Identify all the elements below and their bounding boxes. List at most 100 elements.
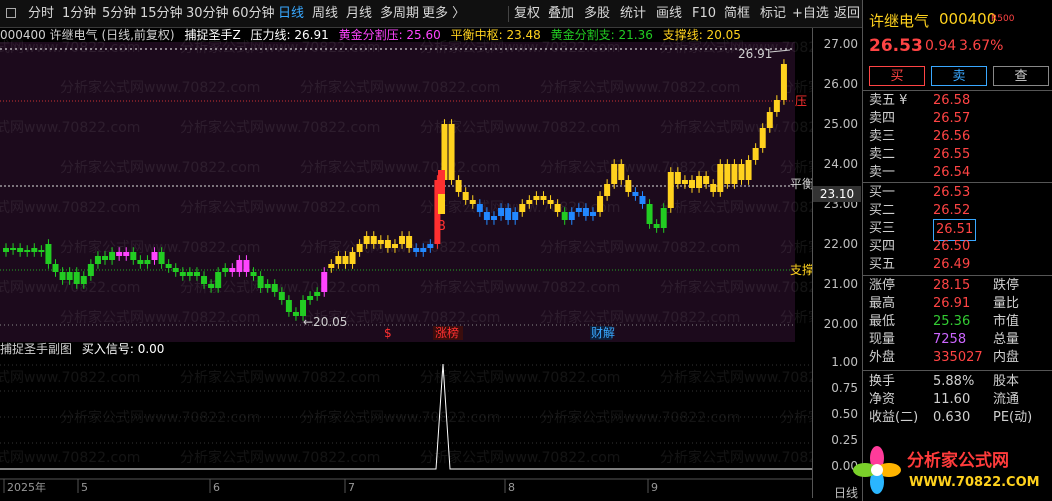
watermark-text: 分析家公式网www.70822.com bbox=[60, 309, 260, 326]
flower-logo-icon: 分析家公式网 WWW.70822.COM bbox=[853, 446, 1040, 494]
candle-body bbox=[582, 208, 589, 216]
candle-body bbox=[377, 240, 384, 244]
candle-body bbox=[201, 276, 208, 284]
candle-body bbox=[745, 160, 752, 180]
price-change-pct: 3.67% bbox=[959, 38, 1004, 54]
candle-body bbox=[342, 256, 349, 264]
add-watchlist-button[interactable]: +自选 bbox=[792, 4, 829, 24]
period-30min[interactable]: 30分钟 bbox=[186, 4, 229, 24]
y-tick: 26.00 bbox=[823, 77, 858, 91]
candle-body bbox=[179, 272, 186, 276]
candle-body bbox=[278, 292, 285, 300]
candle-body bbox=[3, 248, 9, 252]
back-button[interactable]: 返回 bbox=[834, 4, 860, 24]
watermark-text: 分析家公式网www.70822.com bbox=[420, 39, 620, 56]
sub-title[interactable]: 捕捉圣手副图 bbox=[0, 342, 72, 356]
candle-body bbox=[193, 272, 200, 276]
watermark-text: 分析家公式网www.70822.com bbox=[540, 239, 740, 256]
candle-body bbox=[547, 200, 554, 204]
overlay-button[interactable]: 叠加 bbox=[548, 4, 574, 24]
candle-body bbox=[420, 248, 427, 252]
period-60min[interactable]: 60分钟 bbox=[232, 4, 275, 24]
candle-body bbox=[45, 244, 52, 264]
bid-row: 买一 26.53 bbox=[869, 185, 971, 200]
candle-body bbox=[236, 260, 243, 272]
sell-button[interactable]: 卖 bbox=[931, 66, 987, 86]
bid-row: 买五 26.49 bbox=[869, 257, 971, 272]
bid-row: 买三 26.51 bbox=[869, 219, 1049, 241]
multi-stock-button[interactable]: 多股 bbox=[584, 4, 610, 24]
candle-body bbox=[710, 184, 717, 192]
buy-signal-bar bbox=[438, 194, 445, 214]
candle-body bbox=[370, 236, 377, 244]
window-restore-icon[interactable] bbox=[6, 8, 16, 18]
mark-button[interactable]: 标记 bbox=[760, 4, 786, 24]
candle-body bbox=[349, 252, 356, 264]
current-price-tag: 23.10 bbox=[813, 186, 861, 202]
sub-info-line: 捕捉圣手副图 买入信号: 0.00 bbox=[0, 342, 812, 356]
watermark-text: 分析家公式网www.70822.com bbox=[180, 369, 380, 386]
low-label: ←20.05 bbox=[303, 315, 347, 329]
period-15min[interactable]: 15分钟 bbox=[140, 4, 183, 24]
f10-button[interactable]: F10 bbox=[692, 4, 716, 24]
candle-body bbox=[611, 164, 618, 184]
candle-body bbox=[738, 164, 745, 180]
watermark-text: 分析家公式网www.70822.com bbox=[0, 369, 140, 386]
chart-area[interactable]: 000400 许继电气 (日线,前复权) 捕捉圣手Z 压力线: 26.91 黄金… bbox=[0, 28, 812, 498]
candle-body bbox=[328, 264, 335, 268]
watermark-text: 分析家公式网www.70822.com bbox=[540, 309, 740, 326]
candle-body bbox=[462, 192, 469, 200]
stat-row: 最高 26.91 量比 bbox=[869, 296, 1020, 311]
watermark-text: 分析家公式网www.70822.com bbox=[180, 449, 380, 466]
candle-body bbox=[158, 252, 165, 264]
stock-name: 许继电气 bbox=[869, 12, 930, 30]
period-more[interactable]: 更多 〉 bbox=[422, 4, 465, 24]
simple-frame-button[interactable]: 简框 bbox=[724, 4, 750, 24]
candle-body bbox=[172, 268, 179, 272]
period-1min[interactable]: 1分钟 bbox=[62, 4, 96, 24]
buy-button[interactable]: 买 bbox=[869, 66, 925, 86]
y-tick: 22.00 bbox=[823, 237, 858, 251]
watermark-text: 分析家公式网www.70822.com bbox=[540, 159, 740, 176]
candle-body bbox=[646, 204, 653, 224]
period-5min[interactable]: 5分钟 bbox=[102, 4, 136, 24]
statistics-button[interactable]: 统计 bbox=[620, 4, 646, 24]
candle-body bbox=[505, 208, 512, 220]
divider bbox=[863, 370, 1052, 371]
candlestick-chart[interactable]: 分析家公式网www.70822.com 分析家公式网www.70822.com 分析… bbox=[0, 28, 812, 498]
watermark-text: 分析家公式网www.70822.com bbox=[0, 39, 140, 56]
ask-row: 卖四 26.57 bbox=[869, 111, 971, 126]
date-label: 7 bbox=[348, 481, 355, 494]
watermark-text: 分析家公式网www.70822.com bbox=[420, 369, 620, 386]
stat-row: 外盘 335027 内盘 bbox=[869, 350, 1020, 365]
watermark-text: 分析家公式网www.70822.com bbox=[660, 39, 812, 56]
period-monthly[interactable]: 月线 bbox=[346, 4, 372, 24]
candle-body bbox=[681, 180, 688, 184]
candle-body bbox=[413, 248, 420, 252]
quote-panel: 许继电气 000400 R500 26.53 0.94 3.67% 买 卖 查 … bbox=[862, 0, 1052, 501]
period-weekly[interactable]: 周线 bbox=[312, 4, 338, 24]
candle-body bbox=[165, 264, 172, 268]
candle-body bbox=[250, 272, 257, 276]
support-tag: 支撑 bbox=[790, 262, 812, 277]
ask-row: 卖三 26.56 bbox=[869, 129, 971, 144]
draw-line-button[interactable]: 画线 bbox=[656, 4, 682, 24]
watermark-text: 分析家公式网www.70822.com bbox=[780, 309, 812, 326]
y-tick: 27.00 bbox=[823, 37, 858, 51]
adjust-button[interactable]: 复权 bbox=[514, 4, 540, 24]
period-multi[interactable]: 多周期 bbox=[380, 4, 419, 24]
y-tick: 24.00 bbox=[823, 157, 858, 171]
current-price: 26.53 bbox=[869, 36, 923, 56]
period-fenshi[interactable]: 分时 bbox=[28, 4, 54, 24]
watermark-text: 分析家公式网www.70822.com bbox=[420, 279, 620, 296]
bid-row: 买二 26.52 bbox=[869, 203, 971, 218]
period-daily[interactable]: 日线 bbox=[278, 4, 304, 24]
candle-body bbox=[483, 212, 490, 220]
stat-row: 净资 11.60 流通 bbox=[869, 392, 1020, 407]
price-change: 0.94 bbox=[925, 38, 957, 54]
stock-code: 000400 bbox=[939, 10, 997, 28]
candle-body bbox=[271, 284, 278, 292]
candle-body bbox=[144, 260, 151, 264]
watermark-text: 分析家公式网www.70822.com bbox=[660, 279, 812, 296]
query-button[interactable]: 查 bbox=[993, 66, 1049, 86]
